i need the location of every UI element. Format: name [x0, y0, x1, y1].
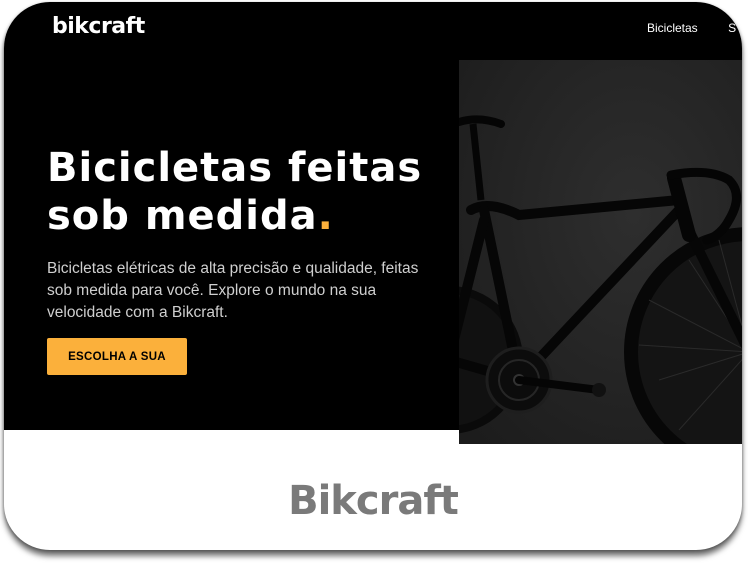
nav-link-seguros[interactable]: S	[728, 21, 736, 35]
choose-bike-button[interactable]: ESCOLHA A SUA	[47, 338, 187, 375]
bicycle-icon	[459, 60, 742, 444]
hero-title-dot: .	[317, 193, 334, 239]
nav-link-bicicletas[interactable]: Bicicletas	[647, 21, 698, 35]
brand-wordmark: Bikcraft	[288, 478, 459, 524]
hero-title-line1: Bicicletas feitas	[47, 145, 423, 191]
main-nav: Bicicletas S	[647, 19, 742, 37]
hero-description: Bicicletas elétricas de alta precisão e …	[47, 260, 419, 321]
hero-title-line2: sob medida	[47, 193, 318, 239]
page-frame: bikcraft Bicicletas S Bicicletas feitas s…	[4, 2, 742, 550]
site-header: bikcraft Bicicletas S	[4, 2, 742, 52]
site-logo[interactable]: bikcraft	[52, 14, 145, 39]
hero-title: Bicicletas feitas sob medida.	[47, 144, 447, 240]
hero-bike-image	[459, 60, 742, 444]
